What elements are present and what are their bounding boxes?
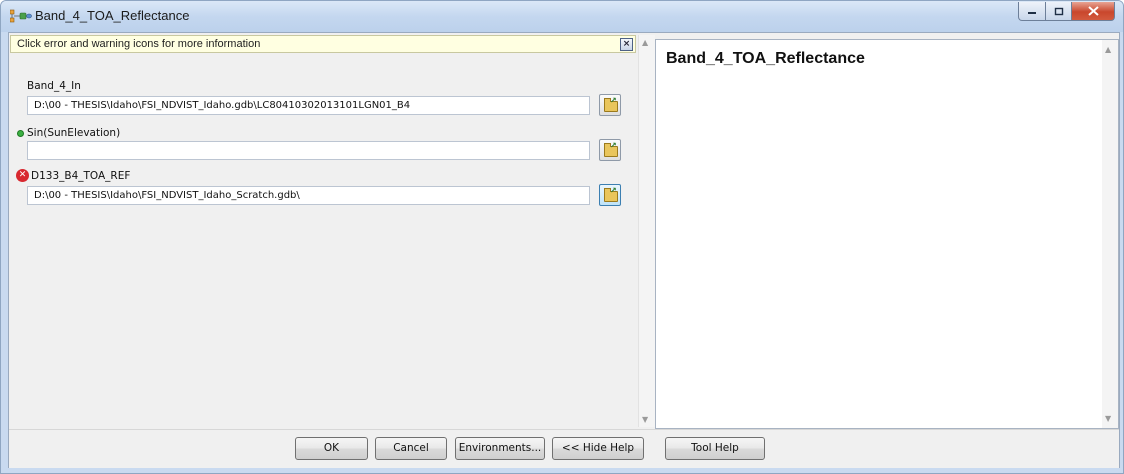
- parameters-pane: Click error and warning icons for more i…: [9, 33, 655, 429]
- environments-button[interactable]: Environments...: [455, 437, 545, 460]
- dialog-button-bar: OK Cancel Environments... << Hide Help T…: [9, 429, 1119, 468]
- minimize-icon: [1028, 12, 1036, 14]
- maximize-icon: [1054, 7, 1063, 15]
- ok-button[interactable]: OK: [295, 437, 368, 460]
- param-label-d133-b4-toa-ref: D133_B4_TOA_REF: [31, 170, 131, 182]
- param-label-band-4-in: Band_4_In: [27, 80, 81, 92]
- message-bar-close-button[interactable]: ×: [620, 38, 633, 51]
- tool-dialog-window: Band_4_TOA_Reflectance Click error and w…: [0, 0, 1124, 474]
- band-4-in-input[interactable]: D:\00 - THESIS\Idaho\FSI_NDVIST_Idaho.gd…: [27, 96, 590, 115]
- message-bar-text: Click error and warning icons for more i…: [17, 38, 261, 50]
- tool-help-button[interactable]: Tool Help: [665, 437, 765, 460]
- window-controls: [1018, 2, 1115, 21]
- d133-b4-toa-ref-browse-button[interactable]: ↗: [599, 184, 621, 206]
- scroll-down-icon[interactable]: ▼: [642, 415, 648, 424]
- close-button[interactable]: [1072, 2, 1115, 21]
- minimize-button[interactable]: [1018, 2, 1046, 21]
- dialog-client-area: Click error and warning icons for more i…: [8, 32, 1120, 468]
- close-icon: [1087, 6, 1099, 16]
- maximize-button[interactable]: [1046, 2, 1072, 21]
- hide-help-button[interactable]: << Hide Help: [552, 437, 644, 460]
- sin-sunelevation-input[interactable]: [27, 141, 590, 160]
- title-bar[interactable]: Band_4_TOA_Reflectance: [1, 1, 1123, 32]
- model-tool-icon: [10, 9, 32, 23]
- scroll-up-icon[interactable]: ▲: [1105, 45, 1111, 54]
- band-4-in-browse-button[interactable]: ↗: [599, 94, 621, 116]
- error-icon[interactable]: ✕: [16, 169, 29, 182]
- optional-status-icon: [17, 130, 24, 137]
- cancel-button[interactable]: Cancel: [375, 437, 447, 460]
- help-scrollbar[interactable]: ▲ ▼: [1102, 40, 1118, 428]
- close-icon: ×: [622, 39, 631, 49]
- param-label-sin-sunelevation: Sin(SunElevation): [27, 127, 121, 139]
- parameters-scrollbar[interactable]: ▲ ▼: [638, 35, 655, 427]
- sin-sunelevation-browse-button[interactable]: ↗: [599, 139, 621, 161]
- message-bar: Click error and warning icons for more i…: [10, 35, 636, 53]
- window-title: Band_4_TOA_Reflectance: [35, 8, 190, 23]
- scroll-down-icon[interactable]: ▼: [1105, 414, 1111, 423]
- help-title: Band_4_TOA_Reflectance: [666, 50, 865, 67]
- help-pane: Band_4_TOA_Reflectance ▲ ▼: [655, 39, 1119, 429]
- scroll-up-icon[interactable]: ▲: [642, 38, 648, 47]
- d133-b4-toa-ref-input[interactable]: D:\00 - THESIS\Idaho\FSI_NDVIST_Idaho_Sc…: [27, 186, 590, 205]
